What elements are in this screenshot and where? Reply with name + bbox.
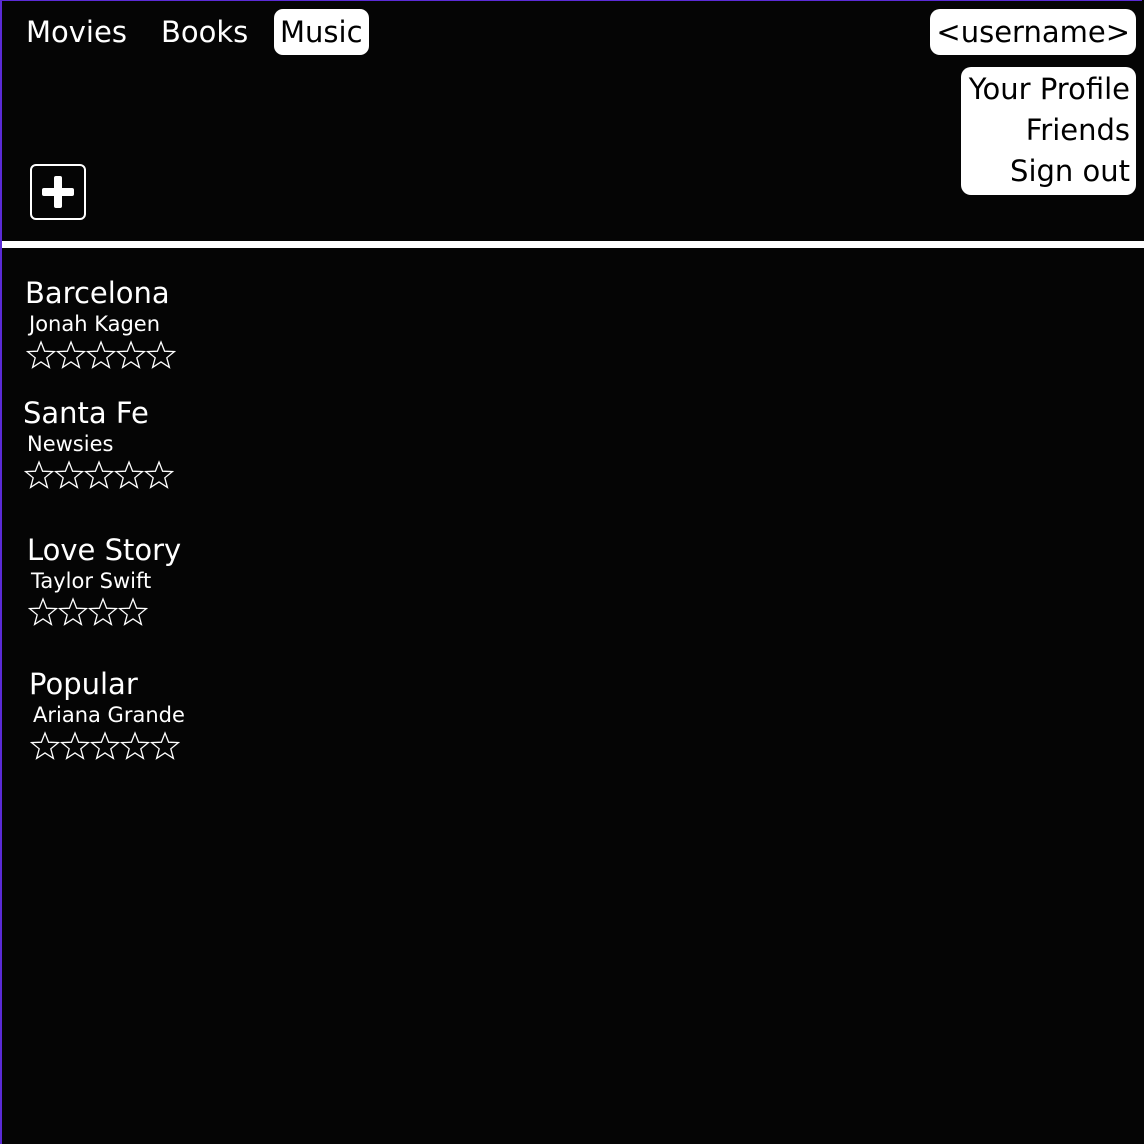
song-artist: Newsies (27, 432, 114, 456)
star-icon[interactable] (58, 597, 88, 627)
song-item: Popular Ariana Grande (29, 667, 185, 761)
menu-item-friends[interactable]: Friends (961, 110, 1130, 151)
star-icon[interactable] (88, 597, 118, 627)
tab-music[interactable]: Music (274, 9, 369, 55)
add-button[interactable] (30, 164, 86, 220)
star-icon[interactable] (118, 597, 148, 627)
song-title: Love Story (27, 533, 182, 567)
song-artist: Jonah Kagen (29, 312, 161, 336)
song-title: Popular (29, 667, 138, 701)
menu-item-sign-out[interactable]: Sign out (961, 151, 1130, 192)
star-rating (28, 597, 181, 627)
username-button[interactable]: <username> (930, 9, 1136, 55)
star-rating (24, 460, 174, 490)
star-icon[interactable] (144, 460, 174, 490)
menu-item-your-profile[interactable]: Your Profile (961, 69, 1130, 110)
song-title: Barcelona (25, 276, 170, 310)
star-rating (30, 731, 185, 761)
song-item: Santa Fe Newsies (23, 396, 174, 490)
star-icon[interactable] (116, 340, 146, 370)
star-icon[interactable] (30, 731, 60, 761)
app-page: Movies Books Music <username> Your Profi… (0, 0, 1144, 1144)
song-item: Barcelona Jonah Kagen (25, 276, 176, 370)
star-icon[interactable] (90, 731, 120, 761)
song-artist: Ariana Grande (33, 703, 185, 727)
plus-icon (42, 176, 74, 208)
song-title: Santa Fe (23, 396, 149, 430)
tab-books[interactable]: Books (155, 9, 254, 55)
tab-movies[interactable]: Movies (20, 9, 133, 55)
star-icon[interactable] (84, 460, 114, 490)
star-icon[interactable] (120, 731, 150, 761)
star-icon[interactable] (114, 460, 144, 490)
star-icon[interactable] (60, 731, 90, 761)
star-icon[interactable] (86, 340, 116, 370)
star-icon[interactable] (26, 340, 56, 370)
star-icon[interactable] (150, 731, 180, 761)
star-icon[interactable] (24, 460, 54, 490)
header-divider (2, 241, 1144, 248)
star-rating (26, 340, 176, 370)
star-icon[interactable] (56, 340, 86, 370)
star-icon[interactable] (146, 340, 176, 370)
song-item: Love Story Taylor Swift (27, 533, 181, 627)
song-artist: Taylor Swift (31, 569, 152, 593)
star-icon[interactable] (54, 460, 84, 490)
star-icon[interactable] (28, 597, 58, 627)
user-menu: Your Profile Friends Sign out (961, 67, 1136, 195)
